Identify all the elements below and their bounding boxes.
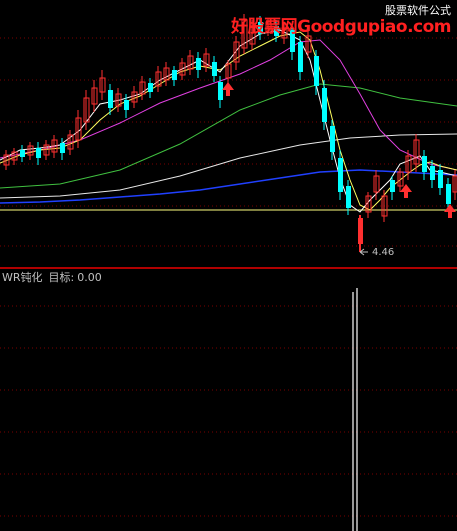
indicator-header: WR钝化 目标: 0.00 (2, 271, 108, 285)
stock-chart (0, 14, 457, 531)
ma-line-yellow (0, 31, 457, 211)
candlesticks (3, 14, 457, 252)
low-price-label: 4.46 (372, 247, 395, 258)
up-arrow-icon (444, 204, 456, 218)
watermark: 股票软件公式 好股票网Goodgupiao.com (231, 4, 451, 37)
ma-line-blue (0, 169, 457, 204)
ma-line-magenta (0, 39, 457, 171)
ma-line-white (0, 133, 457, 199)
watermark-brand: 好股票网Goodgupiao.com (231, 17, 451, 37)
watermark-tag: 股票软件公式 (385, 4, 451, 17)
wr-signal-bars (352, 288, 358, 531)
ma-line-white-fast (0, 29, 457, 213)
indicator-name[interactable]: WR钝化 (2, 271, 43, 284)
indicator-target-label: 目标: (48, 271, 75, 284)
up-arrow-icon (222, 82, 234, 96)
indicator-target-value: 0.00 (77, 271, 102, 284)
signal-arrows (222, 82, 456, 218)
indicator-grid (0, 305, 457, 517)
